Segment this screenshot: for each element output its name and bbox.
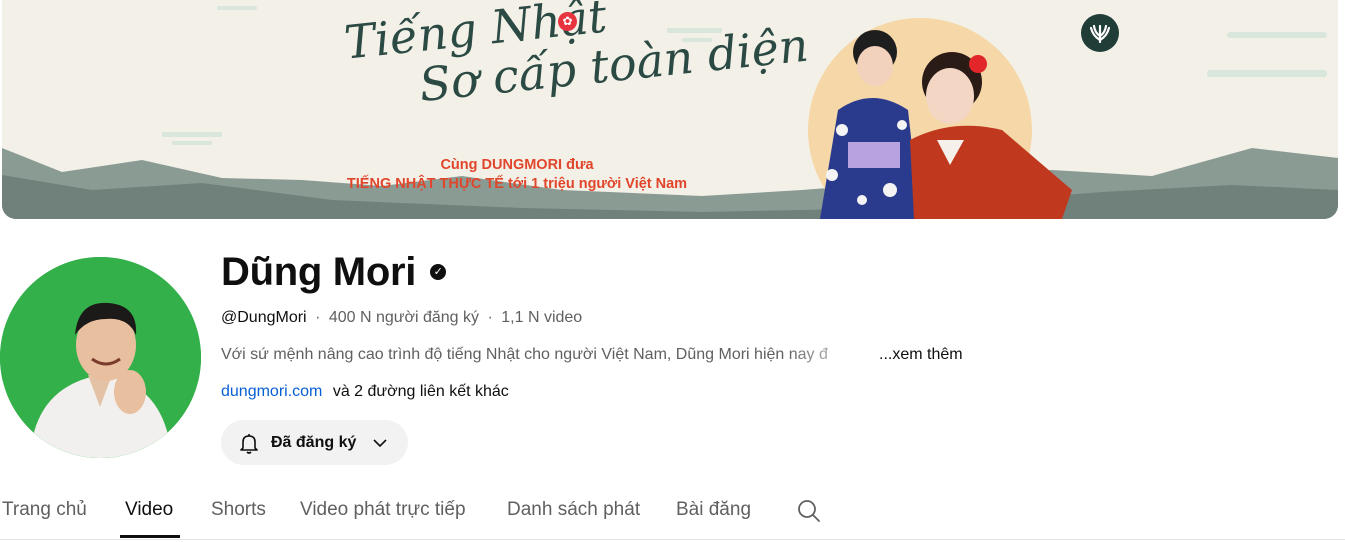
tab-live[interactable]: Video phát trực tiếp (300, 498, 466, 522)
tab-playlists[interactable]: Danh sách phát (507, 498, 640, 522)
subscribed-button[interactable]: Đã đăng ký (221, 420, 408, 465)
separator-dot: · (315, 309, 321, 326)
verified-badge-icon: ✓ (430, 264, 447, 280)
channel-description-text: Với sứ mệnh nâng cao trình độ tiếng Nhật… (221, 346, 828, 363)
subscriber-count: 400 N người đăng ký (328, 309, 480, 326)
avatar-photo (0, 257, 201, 458)
channel-banner: Tiếng Nhật Sơ cấp toàn diện ✿ Cùng DUNGM… (2, 0, 1338, 219)
search-icon[interactable] (795, 497, 823, 525)
channel-description[interactable]: Với sứ mệnh nâng cao trình độ tiếng Nhật… (221, 344, 963, 366)
channel-name: Dũng Mori ✓ (221, 246, 447, 298)
tab-video[interactable]: Video (125, 498, 173, 522)
active-tab-indicator (120, 535, 180, 538)
subscribed-label: Đã đăng ký (271, 433, 357, 451)
channel-meta: @DungMori · 400 N người đăng ký · 1,1 N … (221, 307, 582, 329)
video-count: 1,1 N video (501, 309, 583, 326)
channel-links: dungmori.com và 2 đường liên kết khác (221, 381, 509, 403)
banner-tagline: Cùng DUNGMORI đưa TIẾNG NHẬT THỰC TẾ tới… (332, 156, 702, 194)
brand-logo (1081, 14, 1119, 52)
channel-name-text: Dũng Mori (221, 250, 417, 294)
more-links-link[interactable]: và 2 đường liên kết khác (333, 383, 509, 400)
tab-shorts[interactable]: Shorts (211, 498, 266, 522)
channel-avatar[interactable] (0, 257, 201, 458)
bell-icon (240, 433, 258, 454)
chevron-down-icon (373, 438, 387, 447)
tab-posts[interactable]: Bài đăng (676, 498, 751, 522)
banner-tagline-line1: Cùng DUNGMORI đưa (440, 157, 594, 173)
banner-tagline-line2: TIẾNG NHẬT THỰC TẾ tới 1 triệu người Việ… (346, 176, 688, 192)
tab-home[interactable]: Trang chủ (2, 498, 87, 522)
separator-dot: · (487, 309, 493, 326)
see-more-link[interactable]: ...xem thêm (879, 344, 963, 366)
leaf-logo-icon (1089, 24, 1111, 44)
website-link[interactable]: dungmori.com (221, 383, 322, 400)
flower-icon: ✿ (558, 12, 577, 31)
channel-tabs: Trang chủ Video Shorts Video phát trực t… (0, 488, 1345, 540)
channel-handle: @DungMori (221, 309, 307, 326)
